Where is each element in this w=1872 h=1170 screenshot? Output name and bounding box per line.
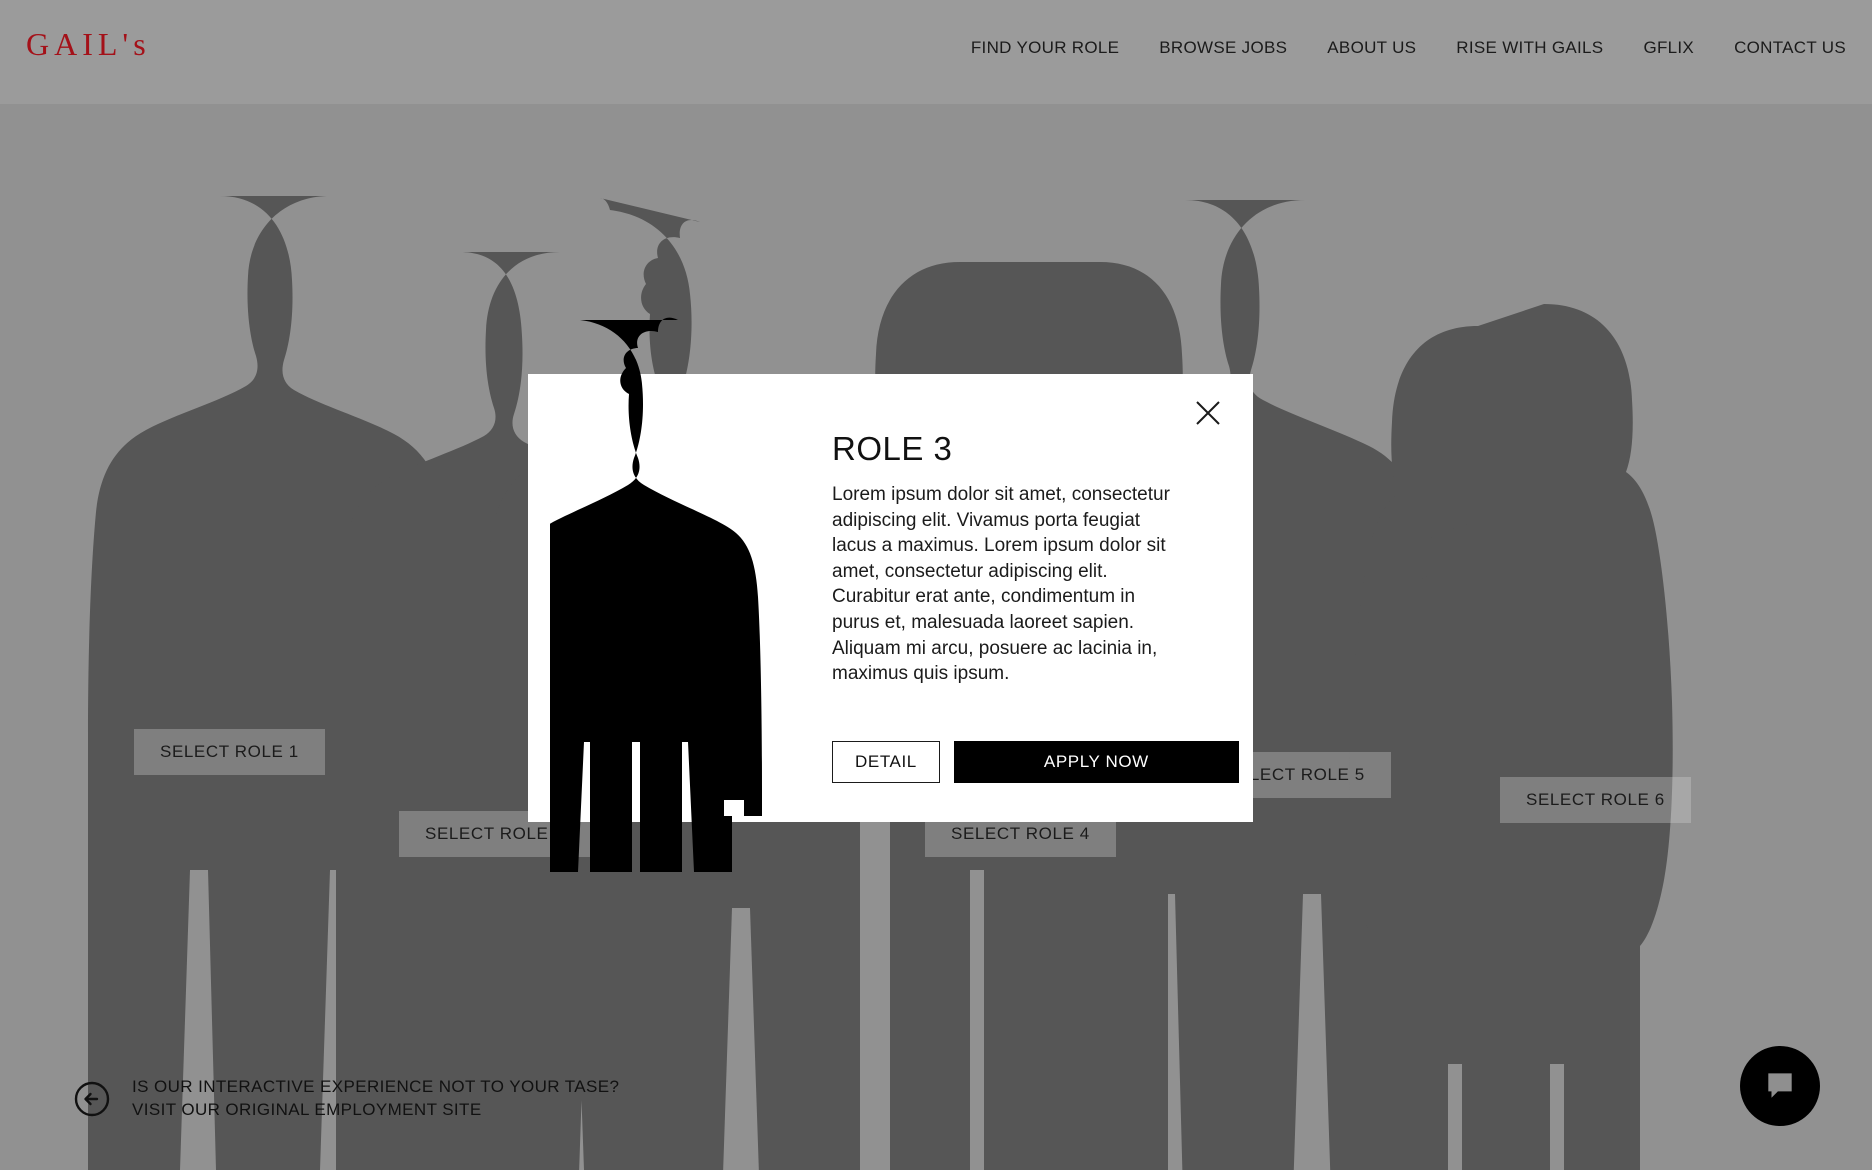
note-line-1: IS OUR INTERACTIVE EXPERIENCE NOT TO YOU…	[132, 1077, 620, 1097]
silhouette-person-6	[1349, 304, 1673, 1170]
modal-action-row: DETAIL APPLY NOW	[832, 741, 1239, 783]
role-detail-modal: ROLE 3 Lorem ipsum dolor sit amet, conse…	[510, 317, 1253, 902]
modal-description: Lorem ipsum dolor sit amet, consectetur …	[832, 484, 1170, 685]
chat-button[interactable]	[1740, 1046, 1820, 1126]
main-navigation: FIND YOUR ROLE BROWSE JOBS ABOUT US RISE…	[971, 38, 1846, 58]
note-line-2: VISIT OUR ORIGINAL EMPLOYMENT SITE	[132, 1100, 482, 1120]
detail-button[interactable]: DETAIL	[832, 741, 940, 783]
nav-item-rise-with-gails[interactable]: RISE WITH GAILS	[1456, 38, 1603, 58]
nav-item-about-us[interactable]: ABOUT US	[1327, 38, 1416, 58]
arrow-left-circle-icon	[74, 1081, 110, 1117]
original-site-note: IS OUR INTERACTIVE EXPERIENCE NOT TO YOU…	[132, 1076, 619, 1122]
nav-item-contact-us[interactable]: CONTACT US	[1734, 38, 1846, 58]
modal-title: ROLE 3	[832, 430, 953, 467]
nav-item-browse-jobs[interactable]: BROWSE JOBS	[1159, 38, 1287, 58]
apply-now-button[interactable]: APPLY NOW	[953, 741, 1239, 783]
select-role-6-button[interactable]: SELECT ROLE 6	[1500, 777, 1691, 823]
close-icon[interactable]	[1191, 396, 1225, 430]
brand-logo[interactable]: GAIL's	[26, 26, 151, 63]
page-root: GAIL's FIND YOUR ROLE BROWSE JOBS ABOUT …	[0, 0, 1872, 1170]
modal-content: ROLE 3 Lorem ipsum dolor sit amet, conse…	[832, 374, 1239, 822]
original-site-link[interactable]: IS OUR INTERACTIVE EXPERIENCE NOT TO YOU…	[74, 1076, 619, 1122]
chat-bubble-icon	[1763, 1068, 1797, 1105]
nav-item-find-your-role[interactable]: FIND YOUR ROLE	[971, 38, 1119, 58]
site-header: GAIL's FIND YOUR ROLE BROWSE JOBS ABOUT …	[0, 0, 1872, 104]
nav-item-gflix[interactable]: GFLIX	[1643, 38, 1694, 58]
select-role-1-button[interactable]: SELECT ROLE 1	[134, 729, 325, 775]
